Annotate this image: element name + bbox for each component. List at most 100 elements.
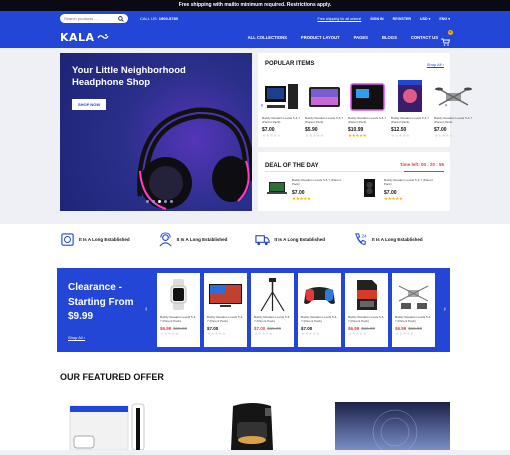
feature-text: It Is A Long Established bbox=[79, 237, 130, 242]
currency-select[interactable]: USD ▾ bbox=[420, 17, 430, 21]
popular-prev-arrow-icon[interactable]: ‹ bbox=[261, 103, 263, 109]
logo-mark-icon bbox=[96, 33, 109, 39]
rating-stars: ★★★★★ bbox=[395, 331, 414, 336]
clearance-card[interactable]: Buddy Readers Levels 5 & 7 (Parent Pack)… bbox=[392, 273, 435, 347]
nav-pages[interactable]: PAGES bbox=[354, 35, 368, 40]
deal-timer: Time left: 00 : 20 : 55 bbox=[399, 162, 444, 167]
feature-text: It Is A Long Established bbox=[274, 237, 325, 242]
hero-pagination bbox=[146, 200, 173, 203]
hero-dot[interactable] bbox=[146, 200, 149, 203]
free-shipping-link[interactable]: Free shipping for all orders! bbox=[318, 17, 362, 21]
site-logo[interactable]: KALA bbox=[60, 31, 95, 44]
clearance-card[interactable]: Buddy Readers Levels 5 & 7 (Parent Pack)… bbox=[251, 273, 294, 347]
clearance-prev-arrow-icon[interactable]: ‹ bbox=[145, 306, 147, 313]
clearance-card[interactable]: Buddy Readers Levels 5 & 7 (Parent Pack)… bbox=[298, 273, 341, 347]
search-placeholder: Search products ... bbox=[64, 16, 98, 21]
product-name: Buddy Readers Levels 5 & 7 (Parent Pack) bbox=[391, 116, 430, 124]
feature-text: It Is A Long Established bbox=[371, 237, 423, 242]
drone-image bbox=[434, 77, 473, 115]
clearance-title: Clearance - Starting From $9.99 bbox=[68, 282, 134, 322]
rating-stars: ★★★★★ bbox=[254, 331, 273, 336]
nav-blogs[interactable]: BLOGS bbox=[382, 35, 397, 40]
clearance-next-arrow-icon[interactable]: › bbox=[444, 306, 446, 313]
deal-of-the-day-panel: DEAL OF THE DAY Time left: 00 : 20 : 55 … bbox=[258, 152, 450, 211]
clearance-shop-all-link[interactable]: Shop All › bbox=[68, 335, 85, 340]
money-icon bbox=[61, 233, 74, 246]
hero-dot-active[interactable] bbox=[158, 200, 161, 203]
call-label: CALL US: bbox=[140, 16, 158, 21]
language-select[interactable]: ENG ▾ bbox=[439, 17, 450, 21]
register-link[interactable]: REGISTER bbox=[393, 17, 411, 21]
hero-dot[interactable] bbox=[152, 200, 155, 203]
nav-product-layout[interactable]: PRODUCT LAYOUT bbox=[301, 35, 340, 40]
rating-stars: ★★★★★ bbox=[434, 133, 453, 138]
nav-contact-us[interactable]: CONTACT US bbox=[411, 35, 438, 40]
svg-text:24: 24 bbox=[361, 234, 367, 239]
popular-items-panel: POPULAR ITEMS Shop All › Buddy Readers L… bbox=[258, 53, 472, 147]
hero-section: Your Little Neighborhood Headphone Shop … bbox=[0, 48, 510, 218]
deal-title: DEAL OF THE DAY bbox=[265, 163, 319, 169]
promo-text: Free shipping with mailto minimum requir… bbox=[178, 2, 332, 8]
main-header: KALA ALL COLLECTIONS PRODUCT LAYOUT PAGE… bbox=[0, 26, 510, 48]
product-name: Buddy Readers Levels 5 & 7 (Parent Pack) bbox=[207, 315, 243, 323]
headphone-image bbox=[137, 107, 252, 210]
phone-24h-icon: 24 bbox=[355, 233, 367, 245]
search-icon[interactable] bbox=[118, 15, 124, 22]
product-card[interactable]: Buddy Readers Levels 5 & 7 (Parent Pack)… bbox=[305, 77, 344, 139]
hero-dot[interactable] bbox=[170, 200, 173, 203]
search-input[interactable]: Search products ... bbox=[60, 14, 128, 23]
rating-stars: ★★★★★ bbox=[348, 331, 367, 336]
feature-item: 24 It Is A Long Established bbox=[353, 232, 450, 247]
rating-stars: ★★★★★ bbox=[207, 331, 226, 336]
cart-button[interactable]: 0 bbox=[441, 30, 453, 46]
product-card[interactable]: Buddy Readers Levels 5 & 7 (Parent Pack)… bbox=[262, 77, 301, 139]
support-agent-icon bbox=[159, 232, 172, 247]
popular-next-arrow-icon[interactable]: › bbox=[445, 103, 447, 109]
call-info: CALL US: 1900-5789 bbox=[140, 16, 178, 21]
sd-card-image bbox=[348, 276, 385, 313]
deal-item-name: Buddy Readers Levels 5 & 7 (Parent Pack) bbox=[292, 178, 341, 186]
game-cover-image bbox=[391, 77, 430, 115]
rgb-mousepad-image bbox=[348, 77, 387, 115]
hero-banner[interactable]: Your Little Neighborhood Headphone Shop … bbox=[60, 53, 252, 211]
deal-item[interactable]: Buddy Readers Levels 5 & 7 (Parent Pack)… bbox=[358, 177, 439, 202]
shop-now-button[interactable]: SHOP NOW bbox=[72, 99, 107, 110]
feature-item: It Is A Long Established bbox=[158, 232, 255, 247]
product-name: Buddy Readers Levels 5 & 7 (Parent Pack) bbox=[434, 116, 473, 124]
promo-bar: Free shipping with mailto minimum requir… bbox=[0, 0, 510, 11]
air-fryer-image[interactable] bbox=[217, 402, 287, 450]
rating-stars: ★★★★★ bbox=[384, 196, 403, 201]
cart-icon bbox=[441, 38, 451, 46]
lower-section: It Is A Long Established It Is A Long Es… bbox=[0, 224, 510, 455]
product-card[interactable]: Buddy Readers Levels 5 & 7 (Parent Pack)… bbox=[434, 77, 473, 139]
product-name: Buddy Readers Levels 5 & 7 (Parent Pack) bbox=[305, 116, 344, 124]
feature-item: It Is A Long Established bbox=[60, 232, 157, 247]
drone-kit-image bbox=[395, 276, 432, 313]
clearance-card[interactable]: Buddy Readers Levels 5 & 7 (Parent Pack)… bbox=[345, 273, 388, 347]
nav-all-collections[interactable]: ALL COLLECTIONS bbox=[248, 35, 287, 40]
rating-stars: ★★★★★ bbox=[301, 331, 320, 336]
product-card[interactable]: Buddy Readers Levels 5 & 7 (Parent Pack)… bbox=[391, 77, 430, 139]
clearance-card[interactable]: Buddy Readers Levels 5 & 7 (Parent Pack)… bbox=[157, 273, 200, 347]
clearance-card[interactable]: Buddy Readers Levels 5 & 7 (Parent Pack)… bbox=[204, 273, 247, 347]
delivery-truck-icon bbox=[255, 235, 270, 246]
rating-stars: ★★★★★ bbox=[292, 196, 311, 201]
utility-header: Search products ... CALL US: 1900-5789 F… bbox=[0, 11, 510, 26]
tripod-image bbox=[254, 276, 291, 313]
product-name: Buddy Readers Levels 5 & 7 (Parent Pack) bbox=[395, 315, 431, 323]
product-card[interactable]: Buddy Readers Levels 5 & 7 (Parent Pack)… bbox=[348, 77, 387, 139]
rating-stars: ★★★★★ bbox=[391, 133, 410, 138]
console-image[interactable] bbox=[66, 402, 161, 451]
smartwatch-image bbox=[160, 276, 197, 313]
night-sky-image[interactable] bbox=[335, 402, 450, 455]
hero-dot[interactable] bbox=[164, 200, 167, 203]
deal-item[interactable]: Buddy Readers Levels 5 & 7 (Parent Pack)… bbox=[266, 177, 347, 202]
deal-item-name: Buddy Readers Levels 5 & 7 (Parent Pack) bbox=[384, 178, 433, 186]
rating-stars: ★★★★★ bbox=[305, 133, 324, 138]
game-controller-image bbox=[301, 276, 338, 313]
popular-shop-all-link[interactable]: Shop All › bbox=[427, 62, 444, 67]
product-name: Buddy Readers Levels 5 & 7 (Parent Pack) bbox=[160, 315, 196, 323]
tv-image bbox=[207, 276, 244, 313]
sign-in-link[interactable]: SIGN IN bbox=[370, 17, 383, 21]
rating-stars: ★★★★★ bbox=[160, 331, 179, 336]
